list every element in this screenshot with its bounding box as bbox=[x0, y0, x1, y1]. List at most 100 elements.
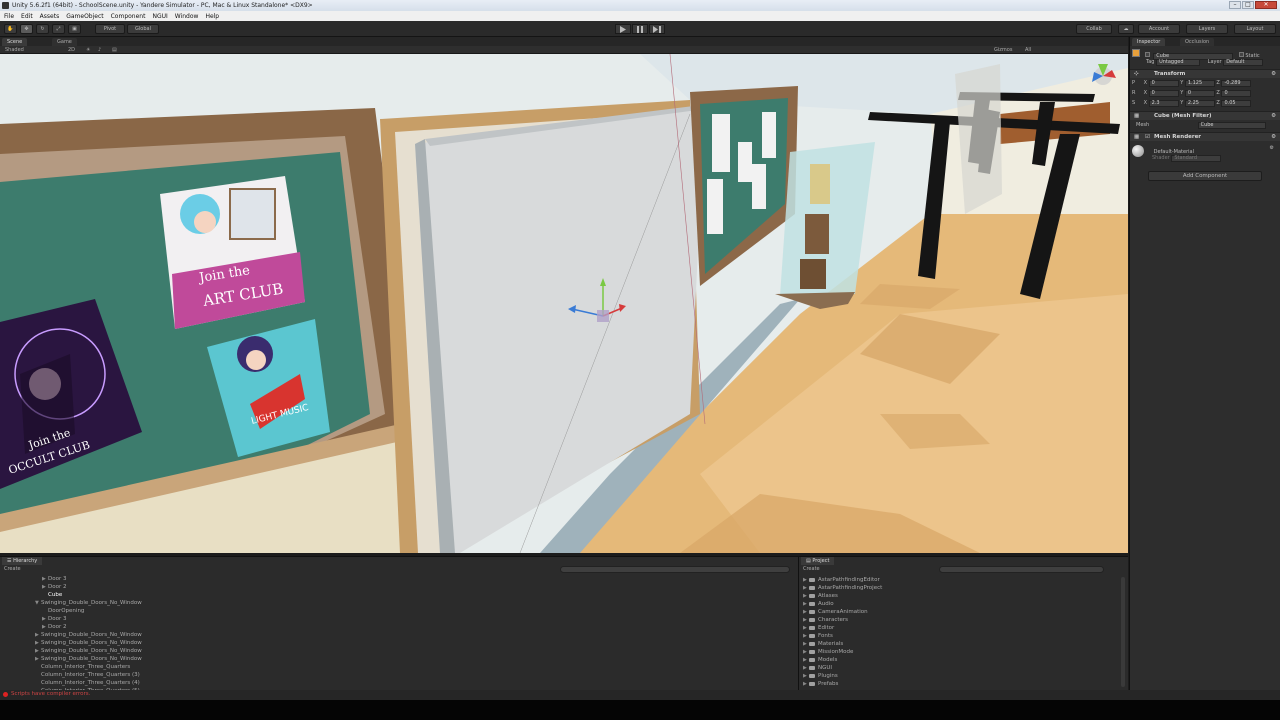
material-name[interactable]: Default-Material bbox=[1154, 149, 1194, 155]
shader-dropdown[interactable]: Standard bbox=[1171, 155, 1222, 162]
layout-dropdown[interactable]: Layout bbox=[1234, 24, 1276, 34]
active-checkbox[interactable] bbox=[1144, 52, 1150, 57]
menu-component[interactable]: Component bbox=[111, 13, 146, 20]
scene-search-input[interactable]: All bbox=[1025, 47, 1031, 53]
hierarchy-item[interactable]: Column_Interior_Three_Quarters (4) bbox=[35, 680, 140, 686]
lighting-icon[interactable]: ☀ bbox=[86, 47, 90, 53]
project-folder-item[interactable]: ▶ Models bbox=[803, 657, 837, 663]
project-folder-item[interactable]: ▶ Plugins bbox=[803, 673, 838, 679]
position-y-field[interactable]: 1.125 bbox=[1184, 80, 1215, 87]
menu-window[interactable]: Window bbox=[175, 13, 199, 20]
tab-occlusion[interactable]: Occlusion bbox=[1180, 38, 1215, 46]
settings-gear-icon[interactable]: ⚙ bbox=[1271, 71, 1276, 77]
hierarchy-item[interactable]: Cube bbox=[42, 592, 62, 598]
tab-scene[interactable]: Scene bbox=[2, 38, 28, 46]
status-message[interactable]: Scripts have compiler errors. bbox=[11, 691, 90, 697]
hierarchy-item[interactable]: ▶ Door 2 bbox=[42, 624, 66, 630]
settings-gear-icon[interactable]: ⚙ bbox=[1270, 145, 1274, 151]
hierarchy-item[interactable]: ▶ Door 2 bbox=[42, 584, 66, 590]
project-folder-item[interactable]: ▶ Materials bbox=[803, 641, 843, 647]
account-dropdown[interactable]: Account bbox=[1138, 24, 1180, 34]
static-checkbox[interactable] bbox=[1238, 52, 1244, 57]
hand-tool-icon[interactable]: ✋ bbox=[4, 24, 17, 34]
hierarchy-search-input[interactable] bbox=[560, 566, 790, 573]
project-folder-item[interactable]: ▶ Atlases bbox=[803, 593, 838, 599]
menu-ngui[interactable]: NGUI bbox=[152, 13, 167, 20]
hierarchy-item[interactable]: ▶ Door 3 bbox=[42, 576, 66, 582]
project-folder-item[interactable]: ▶ Fonts bbox=[803, 633, 833, 639]
error-icon[interactable] bbox=[3, 692, 8, 697]
cloud-icon[interactable]: ☁ bbox=[1118, 24, 1134, 34]
step-button[interactable] bbox=[649, 24, 665, 34]
settings-gear-icon[interactable]: ⚙ bbox=[1271, 113, 1276, 119]
project-folder-item[interactable]: ▶ NGUI bbox=[803, 665, 832, 671]
play-button[interactable] bbox=[615, 24, 631, 34]
position-x-field[interactable]: 0 bbox=[1148, 80, 1179, 87]
hierarchy-item[interactable]: Column_Interior_Three_Quarters (3) bbox=[35, 672, 140, 678]
minimize-icon[interactable]: – bbox=[1229, 1, 1241, 9]
project-folder-item[interactable]: ▶ Characters bbox=[803, 617, 848, 623]
global-toggle[interactable]: Global bbox=[127, 24, 159, 34]
project-scrollbar[interactable] bbox=[1121, 577, 1125, 687]
menu-edit[interactable]: Edit bbox=[21, 13, 33, 20]
tab-game[interactable]: Game bbox=[52, 38, 77, 46]
hierarchy-item[interactable]: ▼ Swinging_Double_Doors_No_Window bbox=[35, 600, 142, 606]
project-folder-item[interactable]: ▶ Editor bbox=[803, 625, 834, 631]
mesh-renderer-checkbox[interactable]: ☑ bbox=[1145, 134, 1150, 140]
tab-hierarchy[interactable]: ☰ Hierarchy bbox=[2, 557, 43, 565]
scene-viewport[interactable]: Join the ART CLUB LIGHT MUSIC Join the O… bbox=[0, 54, 1128, 553]
gizmos-dropdown[interactable]: Gizmos bbox=[994, 47, 1012, 53]
project-search-input[interactable] bbox=[939, 566, 1104, 573]
hierarchy-item[interactable]: ▶ Swinging_Double_Doors_No_Window bbox=[35, 632, 142, 638]
effects-icon[interactable]: ▤ bbox=[112, 47, 117, 53]
mesh-filter-header[interactable]: ▦ Cube (Mesh Filter) ⚙ bbox=[1130, 111, 1280, 120]
hierarchy-item[interactable]: ▶ Swinging_Double_Doors_No_Window bbox=[35, 648, 142, 654]
project-folder-item[interactable]: ▶ AstarPathfindingEditor bbox=[803, 577, 880, 583]
close-icon[interactable]: ✕ bbox=[1255, 1, 1277, 9]
menu-file[interactable]: File bbox=[4, 13, 14, 20]
collab-dropdown[interactable]: Collab bbox=[1076, 24, 1112, 34]
add-component-button[interactable]: Add Component bbox=[1148, 171, 1262, 181]
hierarchy-item[interactable]: ▶ Door 3 bbox=[42, 616, 66, 622]
maximize-icon[interactable]: □ bbox=[1242, 1, 1254, 9]
hierarchy-item[interactable]: ▶ Swinging_Double_Doors_No_Window bbox=[35, 656, 142, 662]
menu-help[interactable]: Help bbox=[205, 13, 219, 20]
hierarchy-item[interactable]: DoorOpening bbox=[42, 608, 84, 614]
layer-dropdown[interactable]: Default bbox=[1223, 59, 1264, 66]
layers-dropdown[interactable]: Layers bbox=[1186, 24, 1228, 34]
scale-tool-icon[interactable]: ⤢ bbox=[52, 24, 65, 34]
2d-toggle[interactable]: 2D bbox=[68, 47, 75, 53]
project-create-dropdown[interactable]: Create bbox=[803, 566, 820, 572]
hierarchy-item[interactable]: ▶ Swinging_Double_Doors_No_Window bbox=[35, 640, 142, 646]
project-folder-item[interactable]: ▶ MissionMode bbox=[803, 649, 853, 655]
mesh-renderer-header[interactable]: ▦ ☑ Mesh Renderer ⚙ bbox=[1130, 132, 1280, 141]
project-folder-item[interactable]: ▶ Audio bbox=[803, 601, 834, 607]
shading-mode-dropdown[interactable]: Shaded bbox=[5, 47, 24, 53]
rect-tool-icon[interactable]: ▣ bbox=[68, 24, 81, 34]
rotation-y-field[interactable]: 0 bbox=[1184, 90, 1215, 97]
scale-z-field[interactable]: 0.05 bbox=[1221, 100, 1252, 107]
menu-gameobject[interactable]: GameObject bbox=[66, 13, 103, 20]
move-tool-icon[interactable]: ✥ bbox=[20, 24, 33, 34]
position-z-field[interactable]: -0.289 bbox=[1221, 80, 1252, 87]
settings-gear-icon[interactable]: ⚙ bbox=[1271, 134, 1276, 140]
tab-project[interactable]: ▤ Project bbox=[801, 557, 835, 565]
scale-x-field[interactable]: 2.3 bbox=[1148, 100, 1179, 107]
menu-assets[interactable]: Assets bbox=[40, 13, 60, 20]
tag-dropdown[interactable]: Untagged bbox=[1156, 59, 1201, 66]
hierarchy-create-dropdown[interactable]: Create bbox=[4, 566, 21, 572]
rotate-tool-icon[interactable]: ↻ bbox=[36, 24, 49, 34]
rotation-z-field[interactable]: 0 bbox=[1221, 90, 1252, 97]
transform-header[interactable]: ⊹ Transform ⚙ bbox=[1130, 69, 1280, 78]
project-folder-item[interactable]: ▶ AstarPathfindingProject bbox=[803, 585, 882, 591]
mesh-field[interactable]: Cube bbox=[1197, 122, 1266, 129]
project-folder-item[interactable]: ▶ Prefabs bbox=[803, 681, 838, 687]
project-folder-item[interactable]: ▶ CameraAnimation bbox=[803, 609, 868, 615]
tab-inspector[interactable]: Inspector bbox=[1132, 38, 1166, 46]
scale-y-field[interactable]: 2.25 bbox=[1184, 100, 1215, 107]
audio-icon[interactable]: ♪ bbox=[98, 47, 101, 53]
pause-button[interactable] bbox=[632, 24, 648, 34]
rotation-x-field[interactable]: 0 bbox=[1148, 90, 1179, 97]
pivot-toggle[interactable]: Pivot bbox=[95, 24, 125, 34]
hierarchy-item[interactable]: Column_Interior_Three_Quarters bbox=[35, 664, 130, 670]
